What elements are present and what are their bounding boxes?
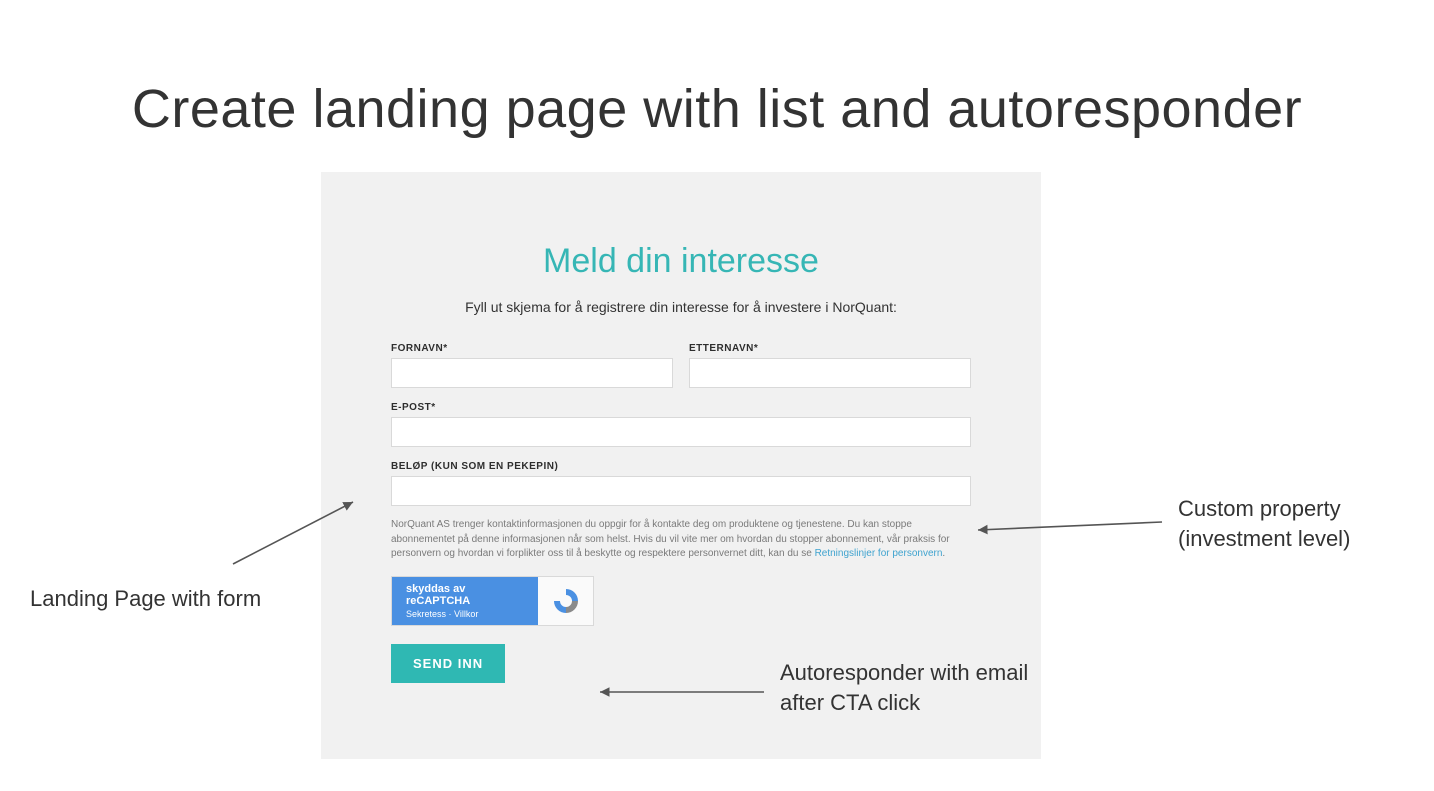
slide-title: Create landing page with list and autore… (0, 78, 1434, 140)
email-label: E-POST* (391, 402, 971, 413)
amount-label: BELØP (KUN SOM EN PEKEPIN) (391, 461, 971, 472)
amount-input[interactable] (391, 476, 971, 506)
recaptcha-badge: skyddas av reCAPTCHA Sekretess · Villkor (391, 576, 594, 626)
lastname-input[interactable] (689, 358, 971, 388)
email-input[interactable] (391, 417, 971, 447)
annotation-bottom: Autoresponder with emailafter CTA click (780, 658, 1160, 717)
lastname-label: ETTERNAVN* (689, 343, 971, 354)
recaptcha-line2: Sekretess · Villkor (406, 609, 524, 619)
firstname-label: FORNAVN* (391, 343, 673, 354)
arrow-right (970, 514, 1170, 544)
arrow-bottom (592, 682, 772, 702)
form-subtext: Fyll ut skjema for å registrere din inte… (391, 299, 971, 315)
annotation-left: Landing Page with form (30, 584, 300, 614)
recaptcha-line1: skyddas av reCAPTCHA (406, 583, 524, 607)
legal-text: NorQuant AS trenger kontaktinformasjonen… (391, 518, 971, 562)
firstname-input[interactable] (391, 358, 673, 388)
annotation-right: Custom property(investment level) (1178, 494, 1408, 553)
recaptcha-icon (551, 586, 581, 616)
form-heading: Meld din interesse (391, 242, 971, 281)
submit-button[interactable]: SEND INN (391, 644, 505, 683)
arrow-left (225, 492, 365, 572)
privacy-link[interactable]: Retningslinjer for personvern (815, 548, 943, 559)
